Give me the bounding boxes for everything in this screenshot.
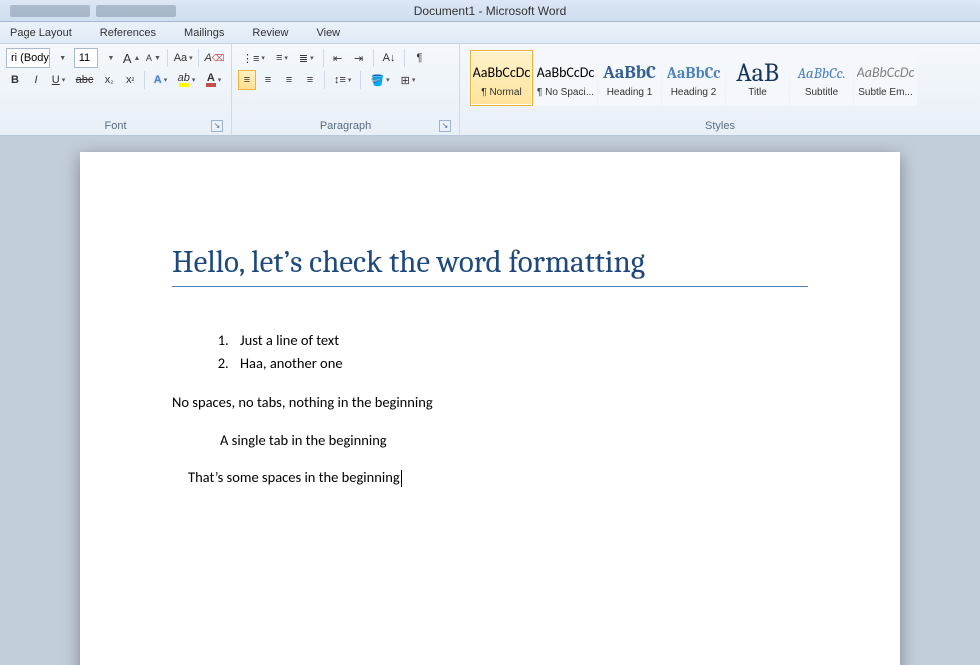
style-name: Subtitle	[791, 87, 852, 98]
outdent-icon: ⇤	[333, 52, 342, 65]
numbering-button[interactable]: ≡▾	[272, 48, 292, 68]
font-group-label: Font	[104, 120, 126, 132]
style-item[interactable]: AaBbCcDcSubtle Em...	[854, 50, 917, 106]
text-cursor	[401, 470, 402, 487]
line-spacing-icon: ↕≡	[334, 74, 346, 86]
style-preview: AaB	[736, 59, 779, 87]
style-preview: AaBbCcDc	[473, 59, 531, 87]
sort-button[interactable]: A↓	[379, 48, 400, 68]
justify-icon: ≡	[307, 74, 313, 86]
highlight-button[interactable]: ab▾	[174, 70, 199, 90]
align-right-button[interactable]: ≡	[280, 70, 298, 90]
align-right-icon: ≡	[286, 74, 292, 86]
tab-mailings[interactable]: Mailings	[180, 25, 228, 41]
ribbon-tabs: Page Layout References Mailings Review V…	[0, 22, 980, 44]
styles-group-label: Styles	[705, 120, 735, 132]
style-item[interactable]: AaBbCcHeading 2	[662, 50, 725, 106]
bullets-button[interactable]: ⋮≡▾	[238, 48, 269, 68]
style-preview: AaBbCc.	[797, 59, 845, 87]
style-item[interactable]: AaBbCcDc¶ No Spaci...	[534, 50, 597, 106]
font-size-dropdown[interactable]: ▼	[101, 48, 119, 68]
style-item[interactable]: AaBbCHeading 1	[598, 50, 661, 106]
grow-font-button[interactable]: A▲	[122, 48, 141, 68]
list-item[interactable]: Just a line of text	[232, 329, 808, 352]
paint-bucket-icon: 🪣	[370, 74, 384, 87]
group-font: ri (Body) ▼ 11 ▼ A▲ A▼ Aa▾ A⌫ B I U▾ abc…	[0, 44, 232, 135]
style-name: Title	[727, 87, 788, 98]
style-name: ¶ Normal	[471, 87, 532, 98]
paragraph-plain[interactable]: No spaces, no tabs, nothing in the begin…	[172, 391, 808, 414]
style-preview: AaBbCcDc	[857, 59, 915, 87]
align-left-button[interactable]: ≡	[238, 70, 256, 90]
paragraph-tabbed[interactable]: A single tab in the beginning	[172, 429, 808, 452]
tab-view[interactable]: View	[312, 25, 344, 41]
line-spacing-button[interactable]: ↕≡▾	[330, 70, 355, 90]
increase-indent-button[interactable]: ⇥	[350, 48, 368, 68]
show-marks-button[interactable]: ¶	[410, 48, 428, 68]
style-preview: AaBbCc	[667, 59, 721, 87]
browser-tabs-hint	[10, 5, 176, 17]
tab-references[interactable]: References	[96, 25, 160, 41]
ribbon: ri (Body) ▼ 11 ▼ A▲ A▼ Aa▾ A⌫ B I U▾ abc…	[0, 44, 980, 136]
document-body[interactable]: Just a line of text Haa, another one No …	[172, 329, 808, 489]
paragraph-dialog-launcher[interactable]: ↘	[439, 120, 451, 132]
font-size-combo[interactable]: 11	[74, 48, 98, 68]
style-item[interactable]: AaBbCc.Subtitle	[790, 50, 853, 106]
change-case-button[interactable]: Aa▾	[173, 48, 193, 68]
borders-icon: ⊞	[401, 74, 410, 87]
style-name: Subtle Em...	[855, 87, 916, 98]
style-item[interactable]: AaBTitle	[726, 50, 789, 106]
sort-icon: A↓	[383, 52, 396, 64]
bold-button[interactable]: B	[6, 70, 24, 90]
justify-button[interactable]: ≡	[301, 70, 319, 90]
paragraph-group-label: Paragraph	[320, 120, 371, 132]
font-dialog-launcher[interactable]: ↘	[211, 120, 223, 132]
paragraph-spaced[interactable]: That’s some spaces in the beginning	[172, 466, 808, 489]
document-workspace[interactable]: Hello, let’s check the word formatting J…	[0, 136, 980, 665]
strikethrough-button[interactable]: abc	[72, 70, 97, 90]
indent-icon: ⇥	[354, 52, 363, 65]
underline-button[interactable]: U▾	[48, 70, 69, 90]
subscript-button[interactable]: x₂	[100, 70, 118, 90]
window-title: Document1 - Microsoft Word	[414, 4, 567, 18]
font-name-dropdown[interactable]: ▼	[53, 48, 71, 68]
text-effects-button[interactable]: A▾	[150, 70, 171, 90]
style-preview: AaBbC	[603, 59, 656, 87]
pilcrow-icon: ¶	[416, 52, 422, 64]
style-name: ¶ No Spaci...	[535, 87, 596, 98]
document-page[interactable]: Hello, let’s check the word formatting J…	[80, 152, 900, 665]
numbered-list[interactable]: Just a line of text Haa, another one	[172, 329, 808, 375]
align-left-icon: ≡	[244, 74, 250, 86]
shading-button[interactable]: 🪣▾	[366, 70, 393, 90]
decrease-indent-button[interactable]: ⇤	[329, 48, 347, 68]
font-name-combo[interactable]: ri (Body)	[6, 48, 50, 68]
font-color-button[interactable]: A▾	[202, 70, 225, 90]
tab-page-layout[interactable]: Page Layout	[6, 25, 76, 41]
list-item[interactable]: Haa, another one	[232, 352, 808, 375]
borders-button[interactable]: ⊞▾	[397, 70, 420, 90]
group-styles: AaBbCcDc¶ NormalAaBbCcDc¶ No Spaci...AaB…	[460, 44, 980, 135]
multilevel-icon: ≣	[299, 52, 308, 65]
numbering-icon: ≡	[276, 52, 282, 64]
style-preview: AaBbCcDc	[537, 59, 595, 87]
document-heading[interactable]: Hello, let’s check the word formatting	[172, 244, 808, 287]
multilevel-list-button[interactable]: ≣▾	[295, 48, 318, 68]
titlebar: Document1 - Microsoft Word	[0, 0, 980, 22]
clear-formatting-button[interactable]: A⌫	[204, 48, 225, 68]
shrink-font-button[interactable]: A▼	[144, 48, 162, 68]
tab-review[interactable]: Review	[248, 25, 292, 41]
style-name: Heading 2	[663, 87, 724, 98]
italic-button[interactable]: I	[27, 70, 45, 90]
superscript-button[interactable]: x²	[121, 70, 139, 90]
align-center-icon: ≡	[265, 74, 271, 86]
group-paragraph: ⋮≡▾ ≡▾ ≣▾ ⇤ ⇥ A↓ ¶ ≡ ≡ ≡ ≡ ↕≡▾ 🪣▾ ⊞▾	[232, 44, 460, 135]
bullets-icon: ⋮≡	[242, 52, 259, 65]
align-center-button[interactable]: ≡	[259, 70, 277, 90]
styles-gallery[interactable]: AaBbCcDc¶ NormalAaBbCcDc¶ No Spaci...AaB…	[466, 48, 974, 108]
style-name: Heading 1	[599, 87, 660, 98]
style-item[interactable]: AaBbCcDc¶ Normal	[470, 50, 533, 106]
